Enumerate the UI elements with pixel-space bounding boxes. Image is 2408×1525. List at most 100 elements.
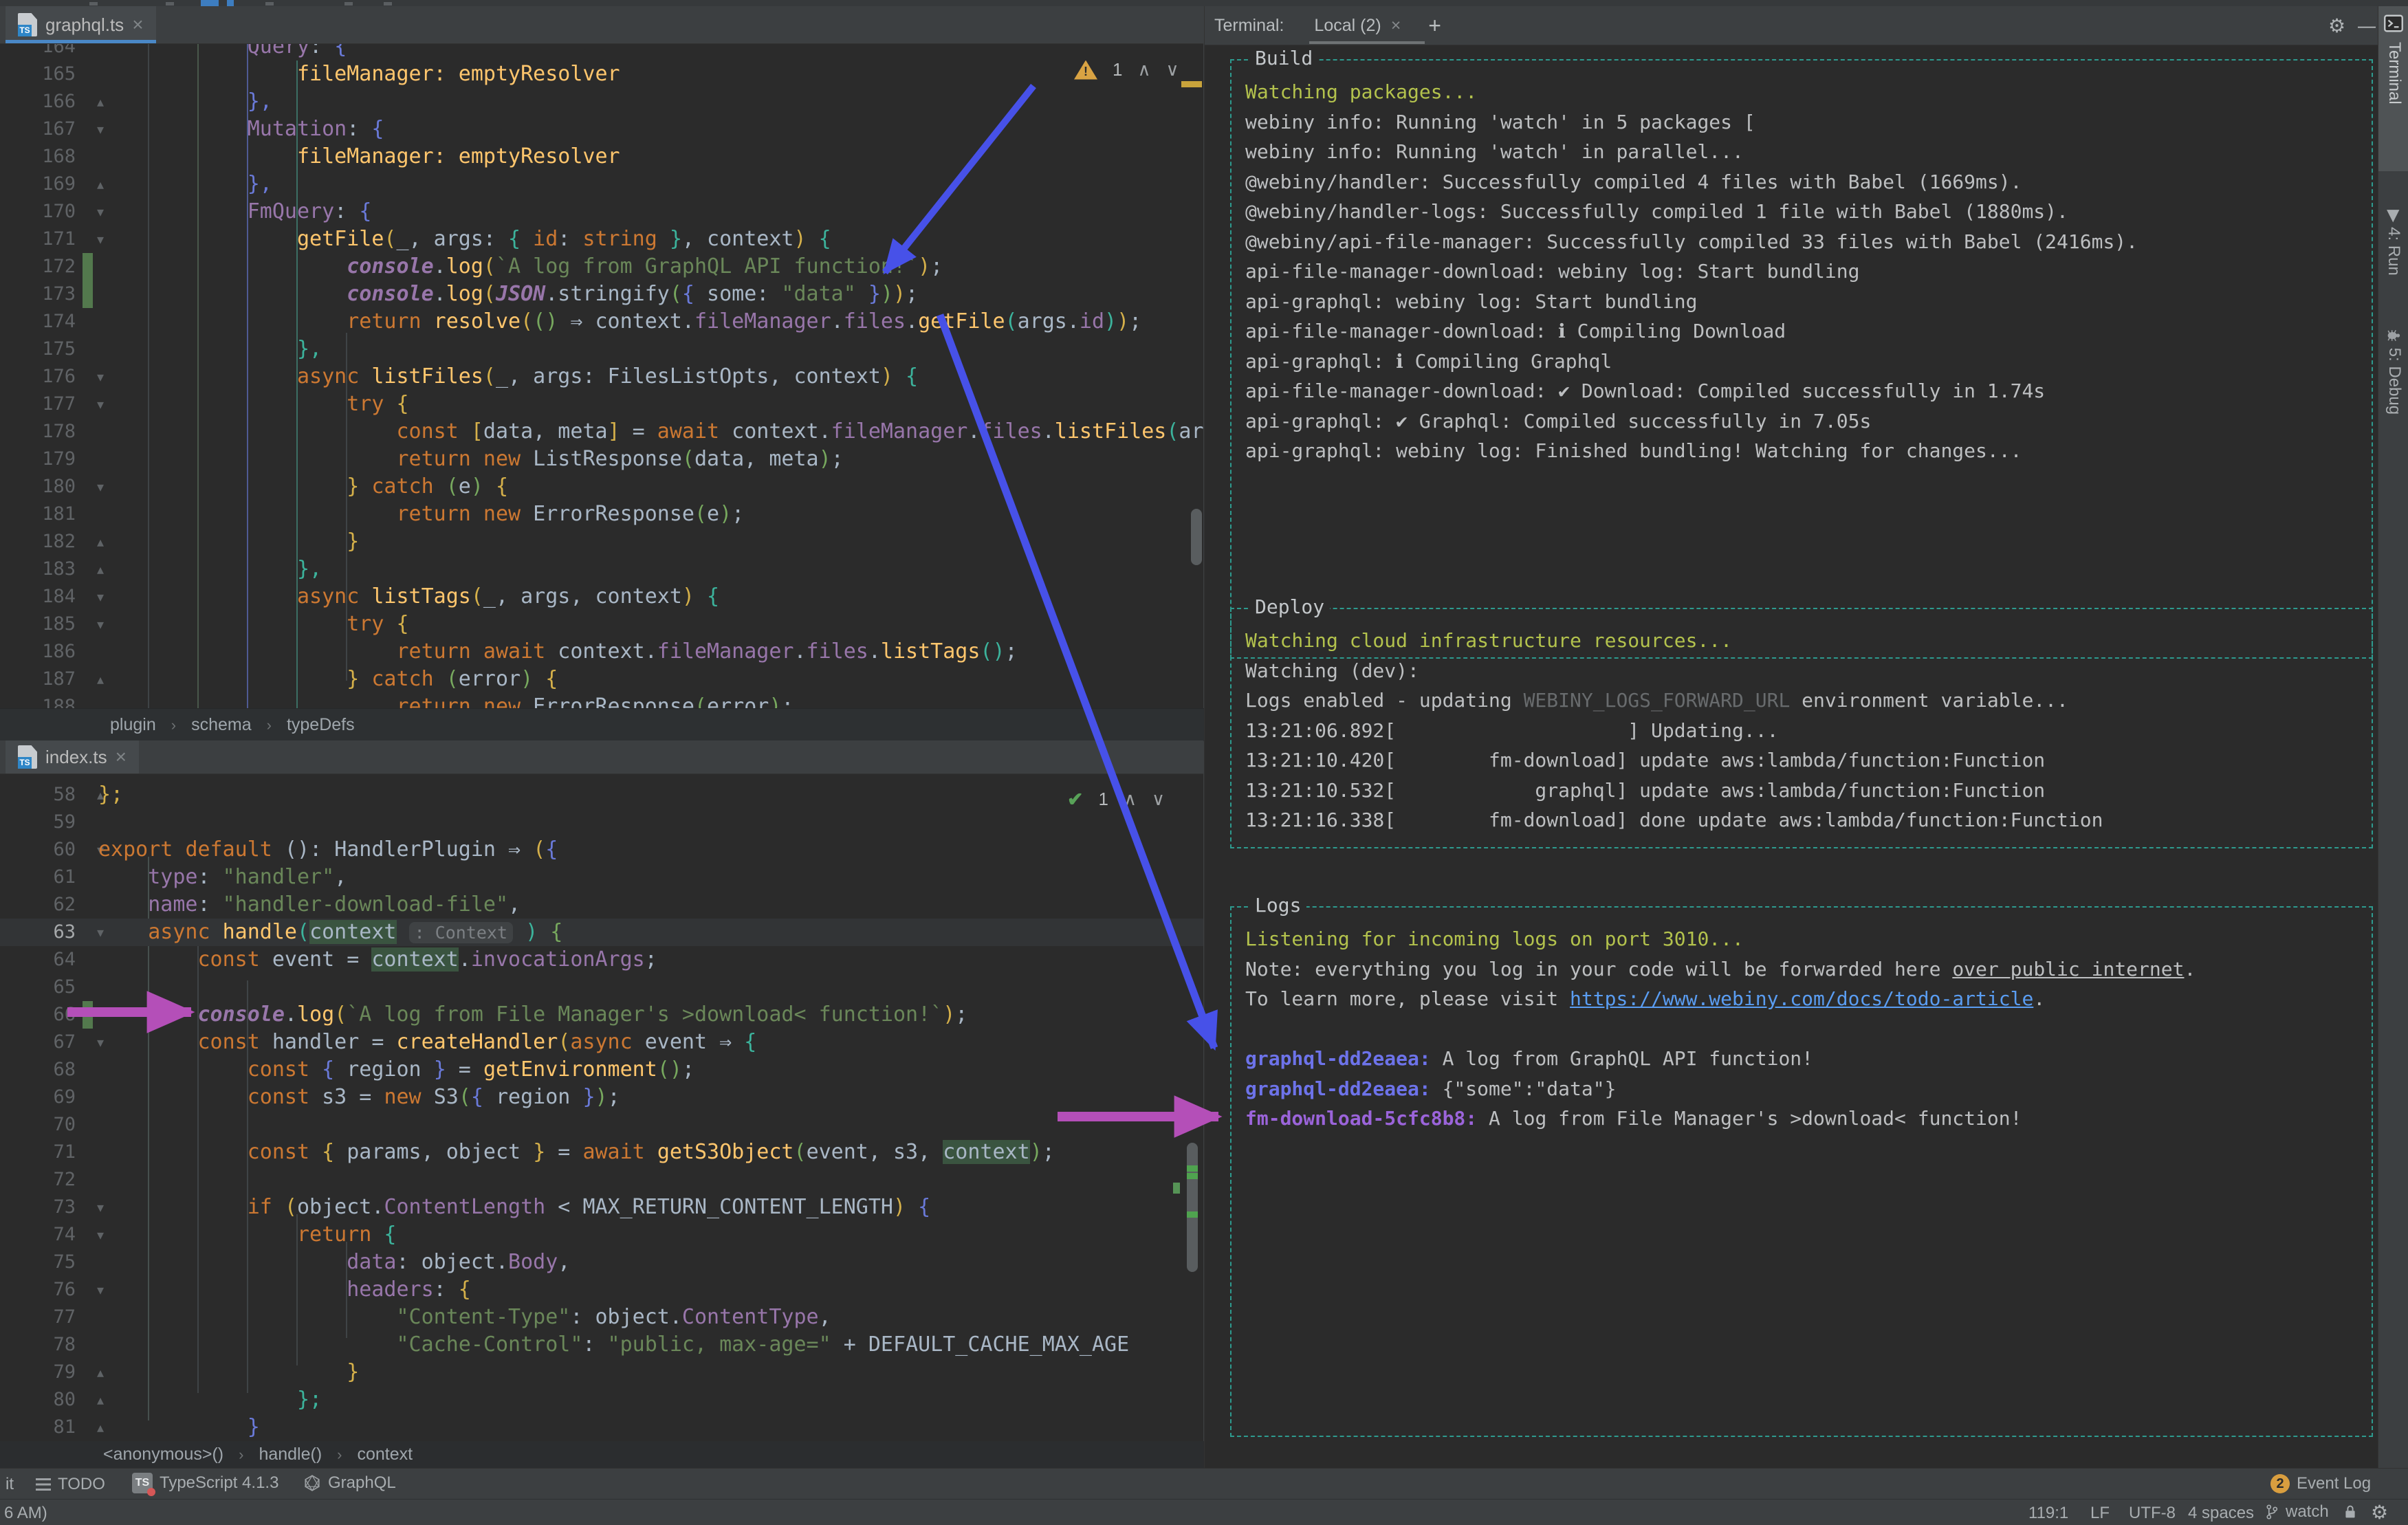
close-icon[interactable]: × [1391,16,1401,36]
code-line-167[interactable]: 167 ▾ Mutation: { [0,116,1203,143]
stripe-terminal-label[interactable]: Terminal [2385,42,2404,105]
code-line-80[interactable]: 80 ▴ }; [0,1386,1203,1414]
text-token: environment variable... [1790,689,2068,712]
deploy-log[interactable]: Watching cloud infrastructure resources.… [1232,609,2372,847]
code-line-164[interactable]: 164 Query: { [0,44,1203,61]
breadcrumb-item[interactable]: handle() [259,1445,322,1464]
code-line-178[interactable]: 178 const [data, meta] = await context.f… [0,418,1203,446]
settings-gear-icon[interactable]: ⚙ [2371,1501,2388,1524]
line-separator[interactable]: LF [2090,1504,2110,1523]
file-encoding[interactable]: UTF-8 [2129,1504,2176,1523]
stripe-debug-label[interactable]: 5: Debug [2385,328,2404,415]
tab-index-ts[interactable]: TS index.ts × [6,740,139,774]
git-toolwindow-button-clipped[interactable]: it [6,1475,14,1494]
code-line-65[interactable]: 65 [0,974,1203,1001]
breadcrumb-item[interactable]: plugin [110,715,156,735]
code-line-181[interactable]: 181 return new ErrorResponse(e); [0,501,1203,528]
code-line-188[interactable]: 188 return new ErrorResponse(error); [0,693,1203,708]
breadcrumb-item[interactable]: typeDefs [287,715,355,735]
line-number: 170 [42,201,76,222]
code-line-63[interactable]: 63 ▾ async handle(context : Context ) { [0,919,1203,946]
editor-index-ts[interactable]: 58 ▴}; 59 60 ▾ export default (): HandlerPlug… [0,774,1203,1441]
git-branch-widget[interactable]: watch [2265,1502,2329,1522]
code-line-66[interactable]: 66 console.log(`A log from File Manager'… [0,1001,1203,1029]
close-icon[interactable]: × [116,746,127,768]
code-line-182[interactable]: 182 ▴ } [0,528,1203,556]
code-line-59[interactable]: 59 [0,809,1203,836]
stripe-run-label[interactable]: ▶ 4: Run [2384,210,2404,276]
code-line-185[interactable]: 185 ▾ try { [0,611,1203,638]
code-line-78[interactable]: 78 "Cache-Control": "public, max-age=" +… [0,1331,1203,1359]
code-line-69[interactable]: 69 const s3 = new S3({ region }); [0,1084,1203,1111]
code-line-74[interactable]: 74 ▾ return { [0,1221,1203,1249]
build-log[interactable]: Watching packages... webiny info: Running… [1232,61,2372,657]
inspection-widget[interactable]: ✔ 1 ∧ ∨ [1067,788,1165,811]
scrollbar-thumb[interactable] [1187,1143,1198,1272]
code-line-81[interactable]: 81 ▴ } [0,1414,1203,1441]
code-line-173[interactable]: 173 console.log(JSON.stringify({ some: "… [0,281,1203,308]
todo-toolwindow-button[interactable]: TODO [36,1475,105,1494]
code-line-171[interactable]: 171 ▾ getFile(_, args: { id: string }, co… [0,226,1203,253]
code-line-64[interactable]: 64 const event = context.invocationArgs; [0,946,1203,974]
code-line-62[interactable]: 62 name: "handler-download-file", [0,891,1203,919]
text-token: const [396,419,471,443]
code-line-73[interactable]: 73 ▾ if (object.ContentLength < MAX_RETUR… [0,1194,1203,1221]
text-token: new [384,1085,434,1109]
code-line-71[interactable]: 71 const { params, object } = await getS… [0,1139,1203,1166]
editor-graphql-ts[interactable]: 164 Query: {165 fileManager: emptyResolv… [0,44,1203,708]
terminal-settings-gear-icon[interactable]: ⚙ [2328,14,2345,37]
code-line-70[interactable]: 70 [0,1111,1203,1139]
code-line-169[interactable]: 169 ▴ }, [0,171,1203,198]
text-token: context [595,584,682,608]
minimize-icon[interactable]: — [2358,15,2376,36]
scrollbar-thumb[interactable] [1191,509,1202,565]
code-line-61[interactable]: 61 type: "handler", [0,864,1203,891]
typescript-service-button[interactable]: TS TypeScript 4.1.3 [132,1473,278,1496]
code-line-184[interactable]: 184 ▾ async listTags(_, args, context) { [0,583,1203,611]
code-line-60[interactable]: 60 ▾ export default (): HandlerPlugin ⇒ ({ [0,836,1203,864]
prev-problem-icon[interactable]: ∧ [1124,789,1137,810]
new-terminal-tab-button[interactable]: + [1428,13,1441,39]
code-line-183[interactable]: 183 ▴ }, [0,556,1203,583]
text-token: files [806,639,868,663]
code-line-67[interactable]: 67 ▾ const handler = createHandler(async … [0,1029,1203,1056]
code-line-75[interactable]: 75 data: object.Body, [0,1249,1203,1276]
graphql-toolwindow-button[interactable]: GraphQL [303,1473,396,1493]
caret-position[interactable]: 119:1 [2028,1504,2068,1523]
code-line-68[interactable]: 68 const { region } = getEnvironment(); [0,1056,1203,1084]
breadcrumb-item[interactable]: context [358,1445,413,1464]
code-line-166[interactable]: 166 ▴ }, [0,88,1203,116]
code-line-187[interactable]: 187 ▴ } catch (error) { [0,666,1203,693]
next-problem-icon[interactable]: ∨ [1152,789,1165,810]
inspection-widget[interactable]: ! 1 ∧ ∨ [1074,59,1179,80]
code-line-179[interactable]: 179 return new ListResponse(data, meta); [0,446,1203,473]
code-line-177[interactable]: 177 ▾ try { [0,391,1203,418]
terminal-link[interactable]: https://www.webiny.com/docs/todo-article [1570,987,2033,1010]
code-line-186[interactable]: 186 return await context.fileManager.fil… [0,638,1203,666]
breadcrumb-item[interactable]: <anonymous>() [103,1445,223,1464]
readonly-lock-icon[interactable] [2343,1504,2357,1520]
code-line-165[interactable]: 165 fileManager: emptyResolver [0,61,1203,88]
breadcrumb-item[interactable]: schema [191,715,252,735]
code-line-174[interactable]: 174 return resolve(() ⇒ context.fileMana… [0,308,1203,336]
event-log-button[interactable]: 2 Event Log [2270,1474,2371,1493]
indent-setting[interactable]: 4 spaces [2188,1504,2254,1523]
code-line-72[interactable]: 72 [0,1166,1203,1194]
code-line-170[interactable]: 170 ▾ FmQuery: { [0,198,1203,226]
code-line-58[interactable]: 58 ▴}; [0,781,1203,809]
tab-graphql-ts[interactable]: TS graphql.ts × [6,6,156,43]
terminal-tab-local[interactable]: Local (2) [1314,16,1381,36]
code-line-176[interactable]: 176 ▾ async listFiles(_, args: FilesListO… [0,363,1203,391]
code-line-76[interactable]: 76 ▾ headers: { [0,1276,1203,1304]
prev-problem-icon[interactable]: ∧ [1137,59,1150,80]
close-icon[interactable]: × [132,14,143,36]
code-line-172[interactable]: 172 console.log(`A log from GraphQL API … [0,253,1203,281]
code-line-180[interactable]: 180 ▾ } catch (e) { [0,473,1203,501]
code-line-175[interactable]: 175 }, [0,336,1203,363]
code-line-77[interactable]: 77 "Content-Type": object.ContentType, [0,1304,1203,1331]
code-line-168[interactable]: 168 fileManager: emptyResolver [0,143,1203,171]
logs-log[interactable]: Listening for incoming logs on port 3010… [1232,908,2372,1436]
code-line-79[interactable]: 79 ▴ } [0,1359,1203,1386]
next-problem-icon[interactable]: ∨ [1166,59,1179,80]
